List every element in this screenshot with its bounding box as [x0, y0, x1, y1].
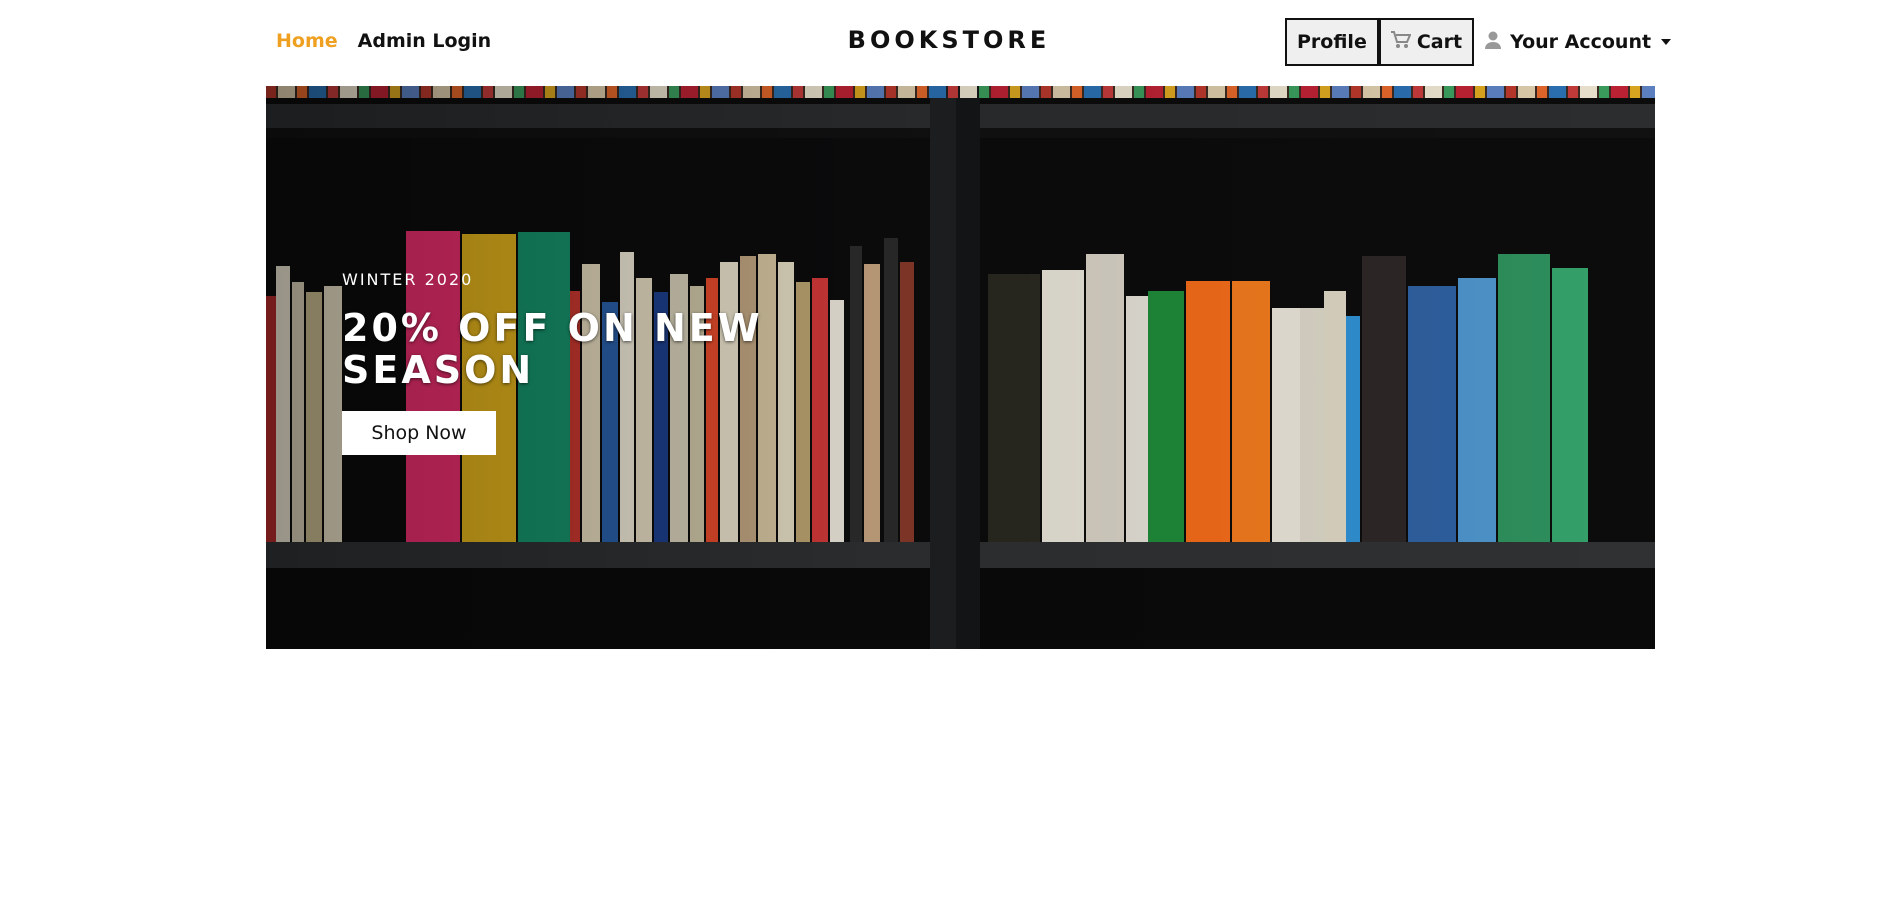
- shop-now-button[interactable]: Shop Now: [342, 411, 496, 455]
- nav-links: Home Admin Login: [276, 30, 491, 52]
- profile-button[interactable]: Profile: [1285, 18, 1379, 66]
- hero-text-block: WINTER 2020 20% OFF ON NEW SEASON Shop N…: [342, 270, 782, 455]
- cart-button[interactable]: Cart: [1378, 18, 1475, 66]
- chevron-down-icon: [1661, 39, 1672, 45]
- cart-label: Cart: [1416, 31, 1463, 53]
- profile-label: Profile: [1297, 31, 1367, 53]
- your-account-dropdown[interactable]: Your Account: [1484, 31, 1672, 54]
- nav-actions: Profile Cart Your Account: [1285, 18, 1672, 66]
- your-account-label: Your Account: [1510, 31, 1652, 53]
- season-label: WINTER 2020: [342, 270, 474, 289]
- top-navbar: Home Admin Login BOOKSTORE Profile Cart …: [0, 0, 1898, 86]
- user-icon: [1484, 31, 1502, 54]
- cart-icon: [1390, 30, 1412, 54]
- hero-headline: 20% OFF ON NEW SEASON: [342, 306, 763, 392]
- nav-admin-login-link[interactable]: Admin Login: [358, 30, 492, 52]
- hero-banner: WINTER 2020 20% OFF ON NEW SEASON Shop N…: [266, 86, 1655, 649]
- brand-title[interactable]: BOOKSTORE: [848, 26, 1051, 54]
- nav-home-link[interactable]: Home: [276, 30, 338, 52]
